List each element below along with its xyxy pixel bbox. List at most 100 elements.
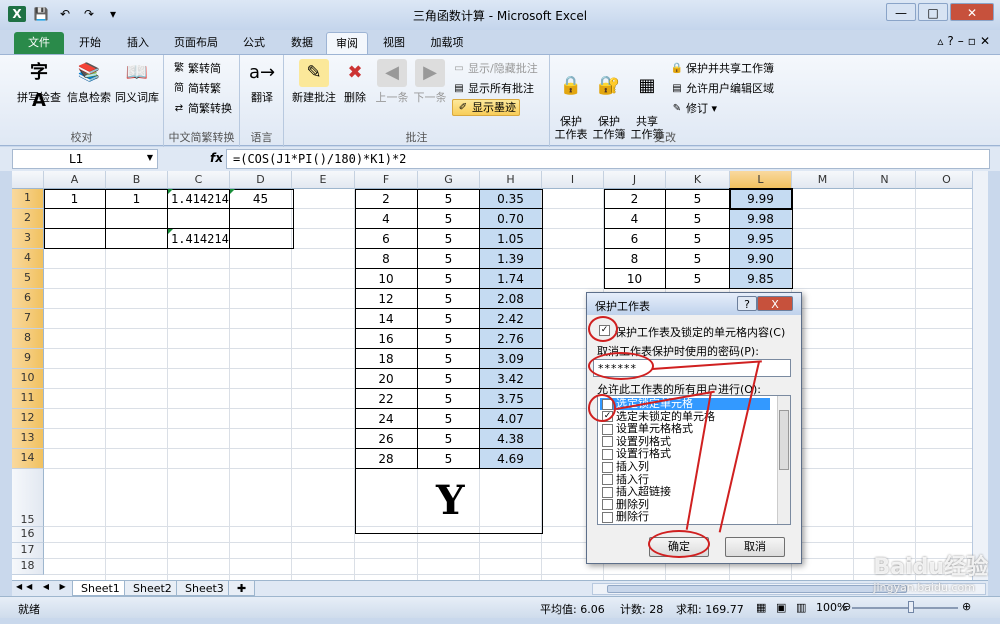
permission-checkbox[interactable] (602, 448, 613, 460)
cell[interactable]: 5 (418, 429, 479, 449)
cell[interactable]: 5 (418, 189, 479, 209)
dialog-close-button[interactable]: X (757, 296, 793, 311)
cell[interactable]: 5 (666, 269, 729, 289)
horizontal-scroll-thumb[interactable] (607, 585, 907, 593)
protect-contents-checkbox[interactable]: ✓ (599, 325, 610, 336)
row-header[interactable]: 17 (12, 543, 44, 559)
cell[interactable]: 5 (666, 229, 729, 249)
column-header[interactable]: M (792, 171, 854, 189)
column-header[interactable]: D (230, 171, 292, 189)
cell[interactable]: 22 (355, 389, 417, 409)
row-header[interactable]: 5 (12, 269, 44, 289)
show-all-comments-button[interactable]: ▤ 显示所有批注 (452, 80, 534, 96)
ok-button[interactable]: 确定 (649, 537, 709, 557)
tab-home[interactable]: 开始 (70, 32, 110, 54)
sheet-tab-2[interactable]: Sheet2 (124, 581, 181, 596)
convert-button[interactable]: ⇄ 简繁转换 (172, 100, 232, 116)
cell[interactable]: 6 (604, 229, 665, 249)
cell[interactable]: 5 (418, 249, 479, 269)
name-box-dropdown-icon[interactable]: ▼ (147, 153, 153, 162)
cell[interactable]: 5 (418, 269, 479, 289)
cell[interactable]: 5 (418, 409, 479, 429)
row-header[interactable]: 12 (12, 409, 44, 429)
allow-edit-ranges-button[interactable]: ▤ 允许用户编辑区域 (670, 80, 774, 96)
tab-page-layout[interactable]: 页面布局 (166, 32, 226, 54)
cell[interactable]: 5 (418, 289, 479, 309)
dialog-help-button[interactable]: ? (737, 296, 757, 311)
normal-view-icon[interactable]: ▦ (756, 601, 766, 614)
cell[interactable]: 5 (418, 389, 479, 409)
cell[interactable]: 2 (355, 189, 417, 209)
tab-data[interactable]: 数据 (282, 32, 322, 54)
column-header[interactable]: B (106, 171, 168, 189)
insert-function-icon[interactable]: fx (210, 151, 223, 165)
cell[interactable]: 20 (355, 369, 417, 389)
cell[interactable]: 24 (355, 409, 417, 429)
cell[interactable]: 5 (418, 209, 479, 229)
permission-checkbox[interactable] (602, 461, 613, 473)
cell[interactable]: 8 (355, 249, 417, 269)
cell[interactable]: 4.07 (480, 409, 541, 429)
tab-addins[interactable]: 加载项 (422, 32, 472, 54)
zoom-slider-thumb[interactable] (908, 601, 914, 613)
minimize-ribbon-icon[interactable]: ▵ (937, 34, 943, 48)
cell[interactable]: 12 (355, 289, 417, 309)
thesaurus-button[interactable]: 📖 同义词库 (112, 59, 162, 105)
worksheet-grid[interactable]: A B C D E F G H I J K L M N O 1 2 3 4 5 6 7 8 9 10 11 12 13 14 15 16 17… (12, 171, 988, 580)
row-header[interactable]: 11 (12, 389, 44, 409)
cell[interactable]: 5 (418, 369, 479, 389)
page-layout-view-icon[interactable]: ▣ (776, 601, 786, 614)
cancel-button[interactable]: 取消 (725, 537, 785, 557)
permissions-list[interactable]: ✓ 选定锁定单元格 ✓ 选定未锁定的单元格 设置单元格格式 设置列格式 设置行格式 插入列 插入… (597, 395, 791, 525)
select-all-corner[interactable] (12, 171, 44, 189)
cell[interactable]: 5 (666, 189, 729, 209)
cell[interactable]: 2 (604, 189, 665, 209)
wb-close-icon[interactable]: ✕ (980, 34, 990, 48)
cell[interactable]: 3.42 (480, 369, 541, 389)
column-header[interactable]: F (355, 171, 418, 189)
cell[interactable]: 2.76 (480, 329, 541, 349)
permission-option[interactable]: ✓ 选定未锁定的单元格 (602, 410, 715, 423)
minimize-button[interactable]: — (886, 3, 916, 21)
cell[interactable]: 5 (418, 229, 479, 249)
permission-checkbox[interactable]: ✓ (602, 398, 613, 410)
permission-checkbox[interactable] (602, 423, 613, 435)
cell[interactable]: 5 (666, 209, 729, 229)
list-scrollbar[interactable] (777, 396, 790, 524)
track-changes-button[interactable]: ✎ 修订 ▾ (670, 100, 717, 116)
cell[interactable]: 18 (355, 349, 417, 369)
tab-view[interactable]: 视图 (374, 32, 414, 54)
permission-checkbox[interactable] (602, 436, 613, 448)
row-header[interactable]: 8 (12, 329, 44, 349)
permission-checkbox[interactable] (602, 474, 613, 486)
column-header[interactable]: K (666, 171, 730, 189)
row-header[interactable]: 13 (12, 429, 44, 449)
column-header[interactable]: A (44, 171, 106, 189)
tab-file[interactable]: 文件 (14, 32, 64, 54)
cell[interactable]: 1.414214 (168, 189, 229, 209)
column-header[interactable]: G (418, 171, 480, 189)
tab-insert[interactable]: 插入 (118, 32, 158, 54)
cell[interactable]: 10 (355, 269, 417, 289)
tab-review[interactable]: 审阅 (326, 32, 368, 54)
spell-check-button[interactable]: 字A 拼写检查 (14, 59, 64, 111)
cell[interactable]: 9.95 (730, 229, 791, 249)
permission-checkbox[interactable] (602, 486, 613, 498)
sheet-tab-3[interactable]: Sheet3 (176, 581, 233, 596)
cell[interactable]: 1.39 (480, 249, 541, 269)
zoom-out-icon[interactable]: ⊖ (842, 600, 851, 613)
cell[interactable]: 5 (418, 449, 479, 469)
permission-option[interactable]: 插入列 (602, 461, 649, 473)
row-header[interactable]: 4 (12, 249, 44, 269)
cell[interactable]: 5 (666, 249, 729, 269)
permission-checkbox[interactable]: ✓ (602, 411, 613, 423)
delete-comment-button[interactable]: ✖ 删除 (340, 59, 370, 105)
row-header[interactable]: 10 (12, 369, 44, 389)
cell[interactable]: 4 (604, 209, 665, 229)
tab-formulas[interactable]: 公式 (234, 32, 274, 54)
help-icon[interactable]: ? (947, 34, 953, 48)
next-comment-button[interactable]: ▶ 下一条 (412, 59, 448, 105)
page-break-view-icon[interactable]: ▥ (796, 601, 806, 614)
permission-option[interactable]: 设置行格式 (602, 448, 671, 460)
cell[interactable]: 8 (604, 249, 665, 269)
